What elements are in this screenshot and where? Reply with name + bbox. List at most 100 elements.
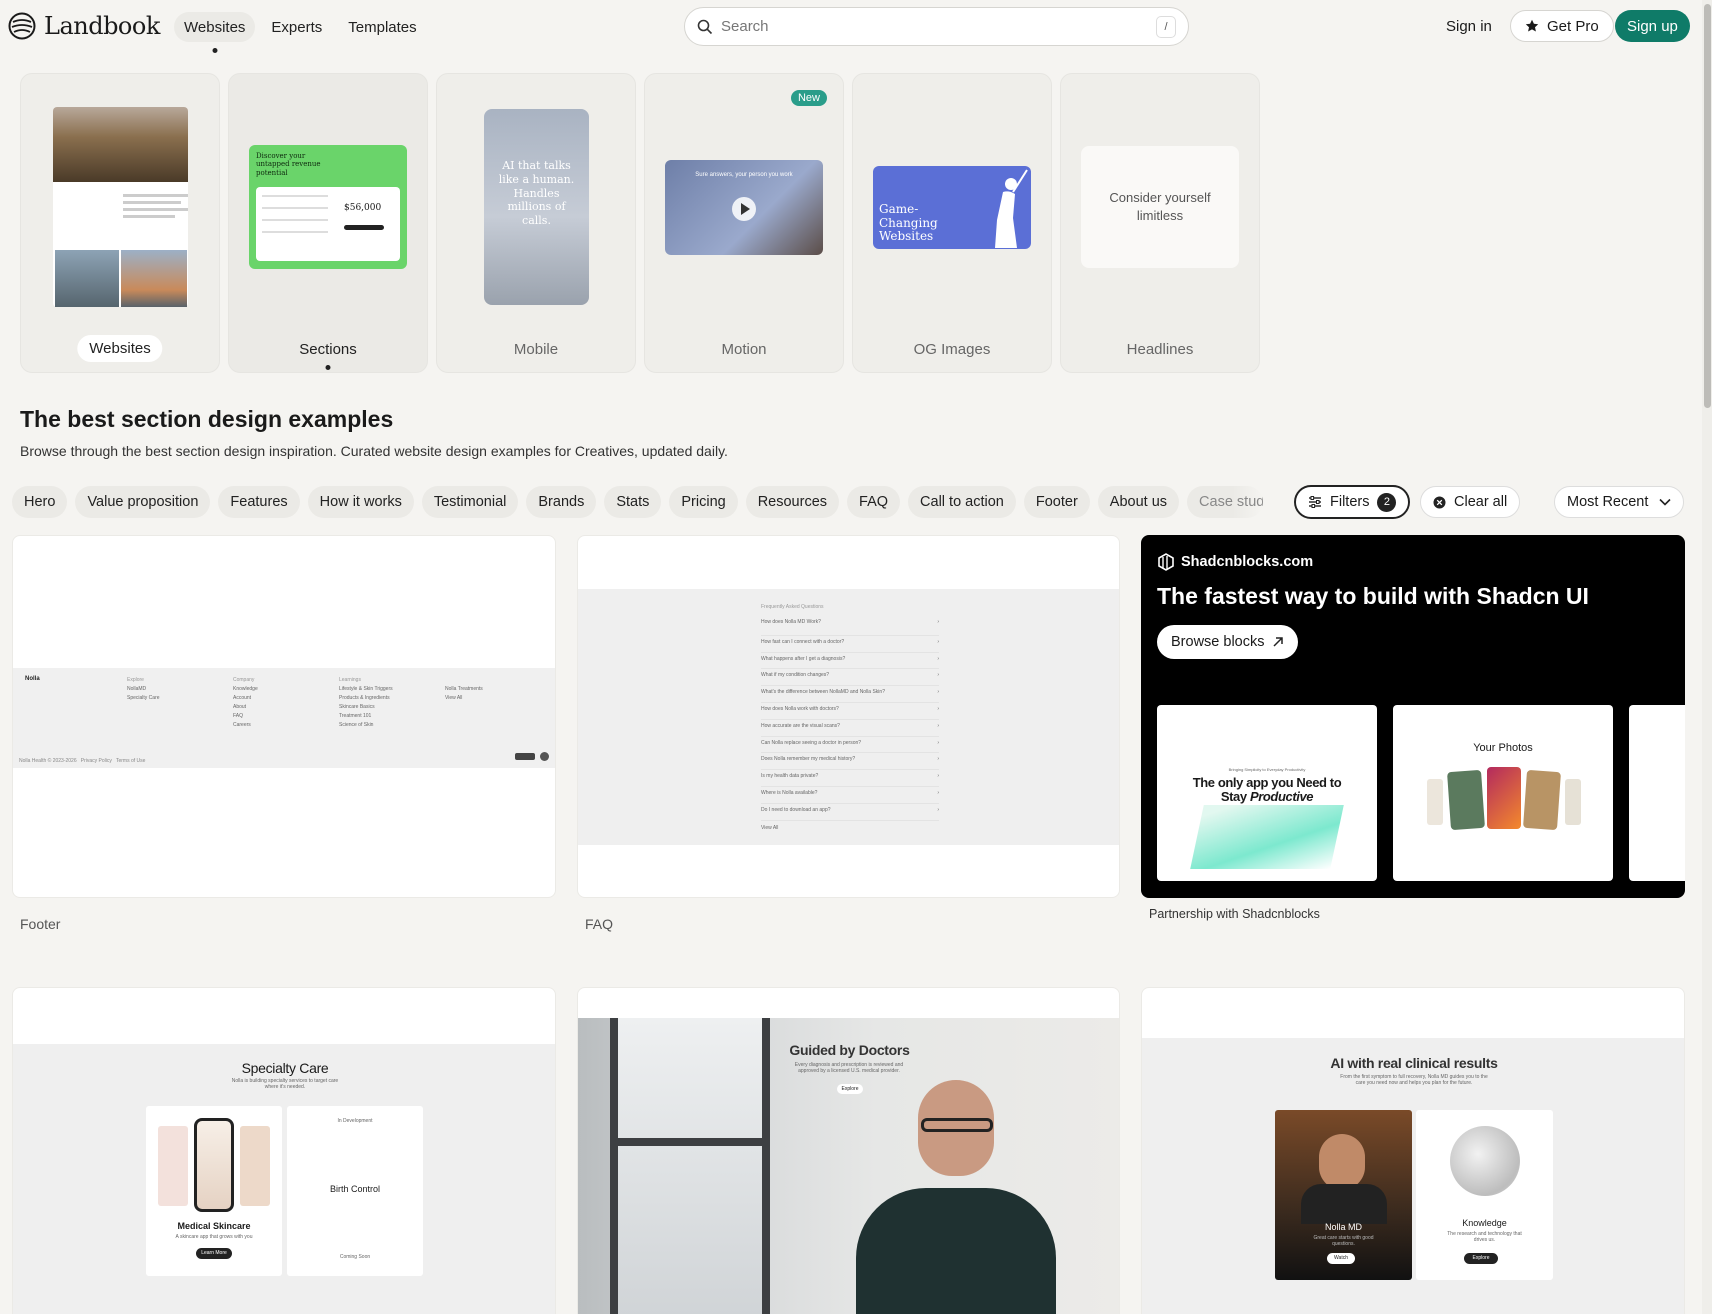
ad-tile-photos: Your Photos: [1393, 705, 1613, 881]
filters-count-badge: 2: [1377, 492, 1397, 512]
page-subtitle: Browse through the best section design i…: [20, 443, 728, 459]
mobile-preview-headline: AI that talks like a human. Handles mill…: [498, 159, 575, 227]
sponsored-label: Partnership with Shadcnblocks: [1149, 907, 1320, 921]
sort-selected-label: Most Recent: [1567, 494, 1649, 510]
search-shortcut-hint: /: [1156, 15, 1176, 38]
nav-experts-label: Experts: [271, 18, 323, 36]
chip-faq[interactable]: FAQ: [847, 486, 901, 518]
browse-blocks-label: Browse blocks: [1171, 634, 1265, 650]
ad-brand-name: Shadcnblocks.com: [1181, 554, 1314, 570]
specialty-preview-left-card: Medical Skincare A skincare app that gro…: [146, 1106, 282, 1276]
footer-preview: Nolla Explore NollaMD Specialty Care Com…: [13, 668, 555, 768]
category-card-headlines[interactable]: Consider yourself limitless Headlines: [1060, 73, 1260, 373]
ad-tile-productivity: Bringing Simplicity to Everyday Producti…: [1157, 705, 1377, 881]
ad-tile-partial: [1629, 705, 1685, 881]
specialty-preview-title: Specialty Care: [241, 1060, 329, 1076]
specialty-preview-subtitle: Nolla is building specialty services to …: [231, 1078, 339, 1090]
chip-value-proposition[interactable]: Value proposition: [75, 486, 211, 518]
category-label-headlines: Headlines: [1126, 341, 1194, 358]
chip-footer[interactable]: Footer: [1023, 486, 1090, 518]
category-card-sections[interactable]: Discover your untapped revenue potential…: [228, 73, 428, 373]
ai-preview: AI with real clinical results From the f…: [1142, 1038, 1684, 1314]
category-label-sections: Sections: [299, 341, 357, 358]
specialty-preview-right-card: In Development Birth Control Coming Soon: [287, 1106, 423, 1276]
footer-preview-col-3: Learnings Lifestyle & Skin Triggers Prod…: [339, 677, 393, 728]
faq-preview-heading: Frequently Asked Questions: [761, 604, 824, 610]
ad-headline: The fastest way to build with Shadcn UI: [1157, 583, 1589, 609]
get-pro-button[interactable]: Get Pro: [1510, 10, 1614, 42]
clear-all-button[interactable]: Clear all: [1420, 486, 1521, 518]
result-label-footer: Footer: [20, 916, 61, 932]
ai-preview-right-card: Knowledge The research and technology th…: [1416, 1110, 1553, 1280]
category-label-mobile: Mobile: [513, 341, 559, 358]
sections-preview-headline: Discover your untapped revenue potential: [256, 152, 321, 177]
chip-features[interactable]: Features: [218, 486, 300, 518]
faq-preview: Frequently Asked Questions How does Noll…: [578, 589, 1119, 845]
websites-preview-image-b: [121, 250, 187, 307]
result-card-specialty-care[interactable]: Specialty Care Nolla is building special…: [12, 987, 556, 1314]
star-icon: [1525, 19, 1539, 32]
motion-preview: Sure answers, your person you work: [665, 160, 823, 255]
ai-preview-title: AI with real clinical results: [1330, 1055, 1498, 1071]
ai-preview-left-card: Nolla MD Great care starts with good que…: [1275, 1110, 1412, 1280]
search-bar[interactable]: /: [684, 7, 1189, 46]
arrow-up-right-icon: [1273, 637, 1284, 647]
footer-preview-col-1: Explore NollaMD Specialty Care: [127, 677, 160, 701]
chip-hero[interactable]: Hero: [12, 486, 68, 518]
result-card-footer[interactable]: Nolla Explore NollaMD Specialty Care Com…: [12, 535, 556, 898]
clear-all-label: Clear all: [1454, 494, 1508, 510]
nav-experts[interactable]: Experts: [261, 12, 332, 42]
ad-brand: Shadcnblocks.com: [1157, 552, 1313, 572]
chip-testimonial[interactable]: Testimonial: [421, 486, 519, 518]
logo-text: Landbook: [44, 12, 160, 40]
shadcnblocks-logo-icon: [1158, 553, 1174, 571]
sign-up-button[interactable]: Sign up: [1615, 10, 1690, 42]
chip-call-to-action[interactable]: Call to action: [908, 486, 1016, 518]
footer-preview-col-4: Nolla Treatments View All: [445, 686, 483, 701]
filters-button[interactable]: Filters 2: [1294, 485, 1411, 519]
og-preview-headline: Game-Changing Websites: [879, 202, 938, 243]
result-card-ai-clinical[interactable]: AI with real clinical results From the f…: [1141, 987, 1685, 1314]
close-circle-icon: [1433, 496, 1446, 508]
category-card-motion[interactable]: New Sure answers, your person you work M…: [644, 73, 844, 373]
doctors-preview-subtitle: Every diagnosis and prescription is revi…: [794, 1062, 904, 1074]
motion-preview-headline: Sure answers, your person you work: [695, 172, 793, 178]
category-card-mobile[interactable]: AI that talks like a human. Handles mill…: [436, 73, 636, 373]
doctors-preview: Guided by Doctors Every diagnosis and pr…: [578, 1018, 1119, 1314]
sponsored-card-shadcnblocks[interactable]: Shadcnblocks.com The fastest way to buil…: [1141, 535, 1685, 898]
nav-websites[interactable]: Websites: [174, 12, 256, 53]
get-pro-label: Get Pro: [1547, 17, 1599, 35]
chip-case-study[interactable]: Case study: [1187, 486, 1264, 518]
category-label-motion: Motion: [721, 341, 767, 358]
chip-brands[interactable]: Brands: [526, 486, 597, 518]
nav-active-dot: [212, 48, 218, 53]
nav-templates[interactable]: Templates: [338, 12, 426, 42]
new-badge: New: [790, 90, 827, 106]
scrollbar-thumb[interactable]: [1704, 4, 1711, 408]
page-scrollbar[interactable]: [1702, 0, 1712, 1314]
golfer-silhouette-icon: [995, 169, 1028, 248]
browse-blocks-button[interactable]: Browse blocks: [1157, 625, 1299, 659]
doctors-preview-title: Guided by Doctors: [789, 1042, 910, 1058]
chip-about-us[interactable]: About us: [1097, 486, 1180, 518]
sort-dropdown[interactable]: Most Recent: [1554, 486, 1684, 518]
footer-preview-col-2: Company Knowledge Account About FAQ Care…: [233, 677, 258, 728]
specialty-preview: Specialty Care Nolla is building special…: [13, 1044, 555, 1314]
chip-stats[interactable]: Stats: [604, 486, 662, 518]
search-input[interactable]: [721, 18, 1156, 35]
chip-resources[interactable]: Resources: [745, 486, 840, 518]
filter-chip-row: Hero Value proposition Features How it w…: [12, 486, 1264, 518]
websites-preview-image-a: [55, 250, 119, 307]
category-card-websites[interactable]: Websites: [20, 73, 220, 373]
ai-preview-subtitle: From the first symptom to full recovery,…: [1340, 1074, 1488, 1086]
chevron-down-icon: [1659, 498, 1671, 506]
result-card-faq[interactable]: Frequently Asked Questions How does Noll…: [577, 535, 1120, 898]
sections-preview: Discover your untapped revenue potential…: [249, 145, 407, 269]
logo[interactable]: Landbook: [8, 12, 160, 40]
result-card-guided-by-doctors[interactable]: Guided by Doctors Every diagnosis and pr…: [577, 987, 1120, 1314]
page-title: The best section design examples: [20, 406, 394, 432]
sign-in-link[interactable]: Sign in: [1436, 10, 1502, 42]
category-card-og-images[interactable]: Game-Changing Websites OG Images: [852, 73, 1052, 373]
chip-pricing[interactable]: Pricing: [669, 486, 738, 518]
chip-how-it-works[interactable]: How it works: [307, 486, 414, 518]
